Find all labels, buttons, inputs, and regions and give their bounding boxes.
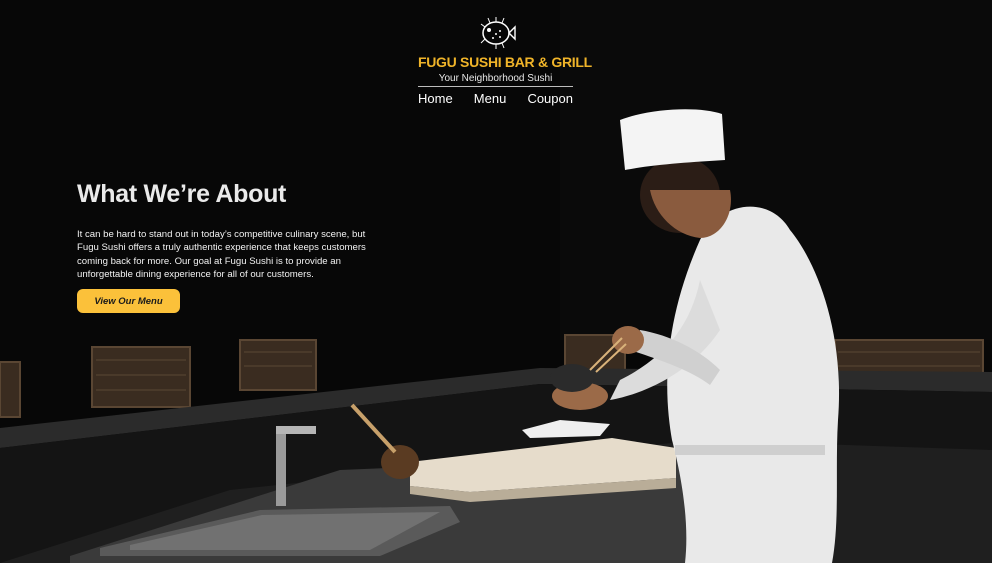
about-body: It can be hard to stand out in today’s c… [77,229,366,281]
site-header: FUGU SUSHI BAR & GRILL Your Neighborhood… [418,14,592,106]
nav-item-menu[interactable]: Menu [474,91,507,106]
view-menu-button[interactable]: View Our Menu [77,289,180,313]
nav-item-coupon[interactable]: Coupon [527,91,573,106]
site-name[interactable]: FUGU SUSHI BAR & GRILL [418,54,592,70]
pufferfish-icon[interactable] [476,14,516,50]
site-tagline: Your Neighborhood Sushi [418,73,573,87]
about-heading: What We’re About [77,180,287,208]
main-nav: Home Menu Coupon [418,91,573,106]
about-section: What We’re About It can be hard to stand… [77,180,397,282]
nav-item-home[interactable]: Home [418,91,453,106]
